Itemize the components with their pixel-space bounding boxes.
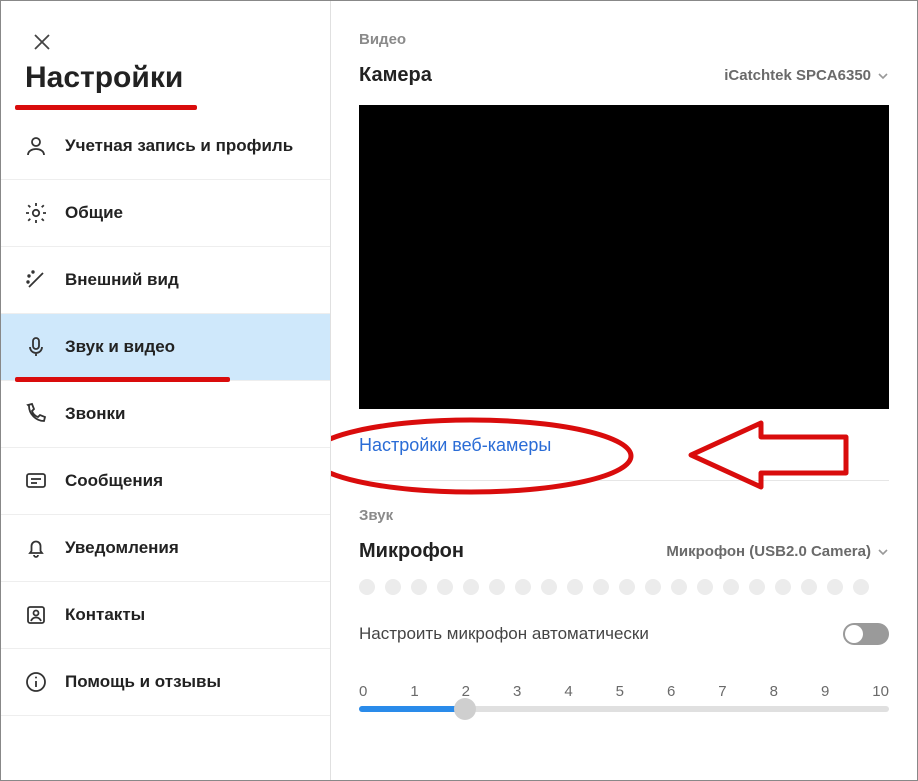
microphone-icon (23, 334, 49, 360)
contacts-icon (23, 602, 49, 628)
gear-icon (23, 200, 49, 226)
sidebar-item-label: Звонки (65, 403, 126, 424)
sidebar-item-label: Сообщения (65, 470, 163, 491)
sidebar-item-audio-video[interactable]: Звук и видео (1, 314, 330, 381)
microphone-device-name: Микрофон (USB2.0 Camera) (666, 543, 871, 560)
sidebar-item-help[interactable]: Помощь и отзывы (1, 649, 330, 716)
mic-volume-slider[interactable]: 0 1 2 3 4 5 6 7 8 9 10 (359, 665, 889, 712)
settings-title: Настройки (25, 61, 306, 99)
sidebar-item-label: Контакты (65, 604, 145, 625)
info-icon (23, 669, 49, 695)
close-icon (33, 33, 51, 51)
sidebar-item-label: Уведомления (65, 537, 179, 558)
sidebar-item-general[interactable]: Общие (1, 180, 330, 247)
sidebar-item-appearance[interactable]: Внешний вид (1, 247, 330, 314)
camera-label: Камера (359, 64, 432, 87)
slider-thumb[interactable] (454, 698, 476, 720)
sidebar-item-label: Звук и видео (65, 336, 175, 357)
chat-icon (23, 468, 49, 494)
microphone-label: Микрофон (359, 540, 464, 563)
microphone-level-meter (359, 579, 889, 595)
sidebar-item-contacts[interactable]: Контакты (1, 582, 330, 649)
slider-tick-labels: 0 1 2 3 4 5 6 7 8 9 10 (359, 683, 889, 700)
bell-icon (23, 535, 49, 561)
sidebar-item-messages[interactable]: Сообщения (1, 448, 330, 515)
audio-section-label: Звук (359, 507, 889, 524)
settings-menu: Учетная запись и профиль Общие (1, 113, 330, 716)
sidebar-item-account[interactable]: Учетная запись и профиль (1, 113, 330, 180)
person-icon (23, 133, 49, 159)
video-section-label: Видео (359, 31, 889, 48)
wand-icon (23, 267, 49, 293)
annotation-underline-title (15, 105, 197, 110)
sidebar-item-label: Помощь и отзывы (65, 671, 221, 692)
auto-adjust-mic-label: Настроить микрофон автоматически (359, 624, 649, 644)
camera-device-name: iCatchtek SPCA6350 (724, 67, 871, 84)
chevron-down-icon (877, 546, 889, 558)
microphone-select[interactable]: Микрофон (USB2.0 Camera) (666, 543, 889, 560)
sidebar-item-label: Общие (65, 202, 123, 223)
phone-icon (23, 401, 49, 427)
close-button[interactable] (31, 31, 53, 53)
camera-select[interactable]: iCatchtek SPCA6350 (724, 67, 889, 84)
sidebar-item-calls[interactable]: Звонки (1, 381, 330, 448)
webcam-settings-link[interactable]: Настройки веб-камеры (359, 435, 551, 455)
chevron-down-icon (877, 70, 889, 82)
sidebar-item-label: Внешний вид (65, 269, 179, 290)
settings-sidebar: Настройки Учетная запись и профиль (1, 1, 331, 780)
main-panel: Видео Камера iCatchtek SPCA6350 Настройк… (331, 1, 917, 780)
auto-adjust-mic-toggle[interactable] (843, 623, 889, 645)
camera-preview (359, 105, 889, 409)
sidebar-item-label: Учетная запись и профиль (65, 135, 293, 156)
sidebar-item-notifications[interactable]: Уведомления (1, 515, 330, 582)
